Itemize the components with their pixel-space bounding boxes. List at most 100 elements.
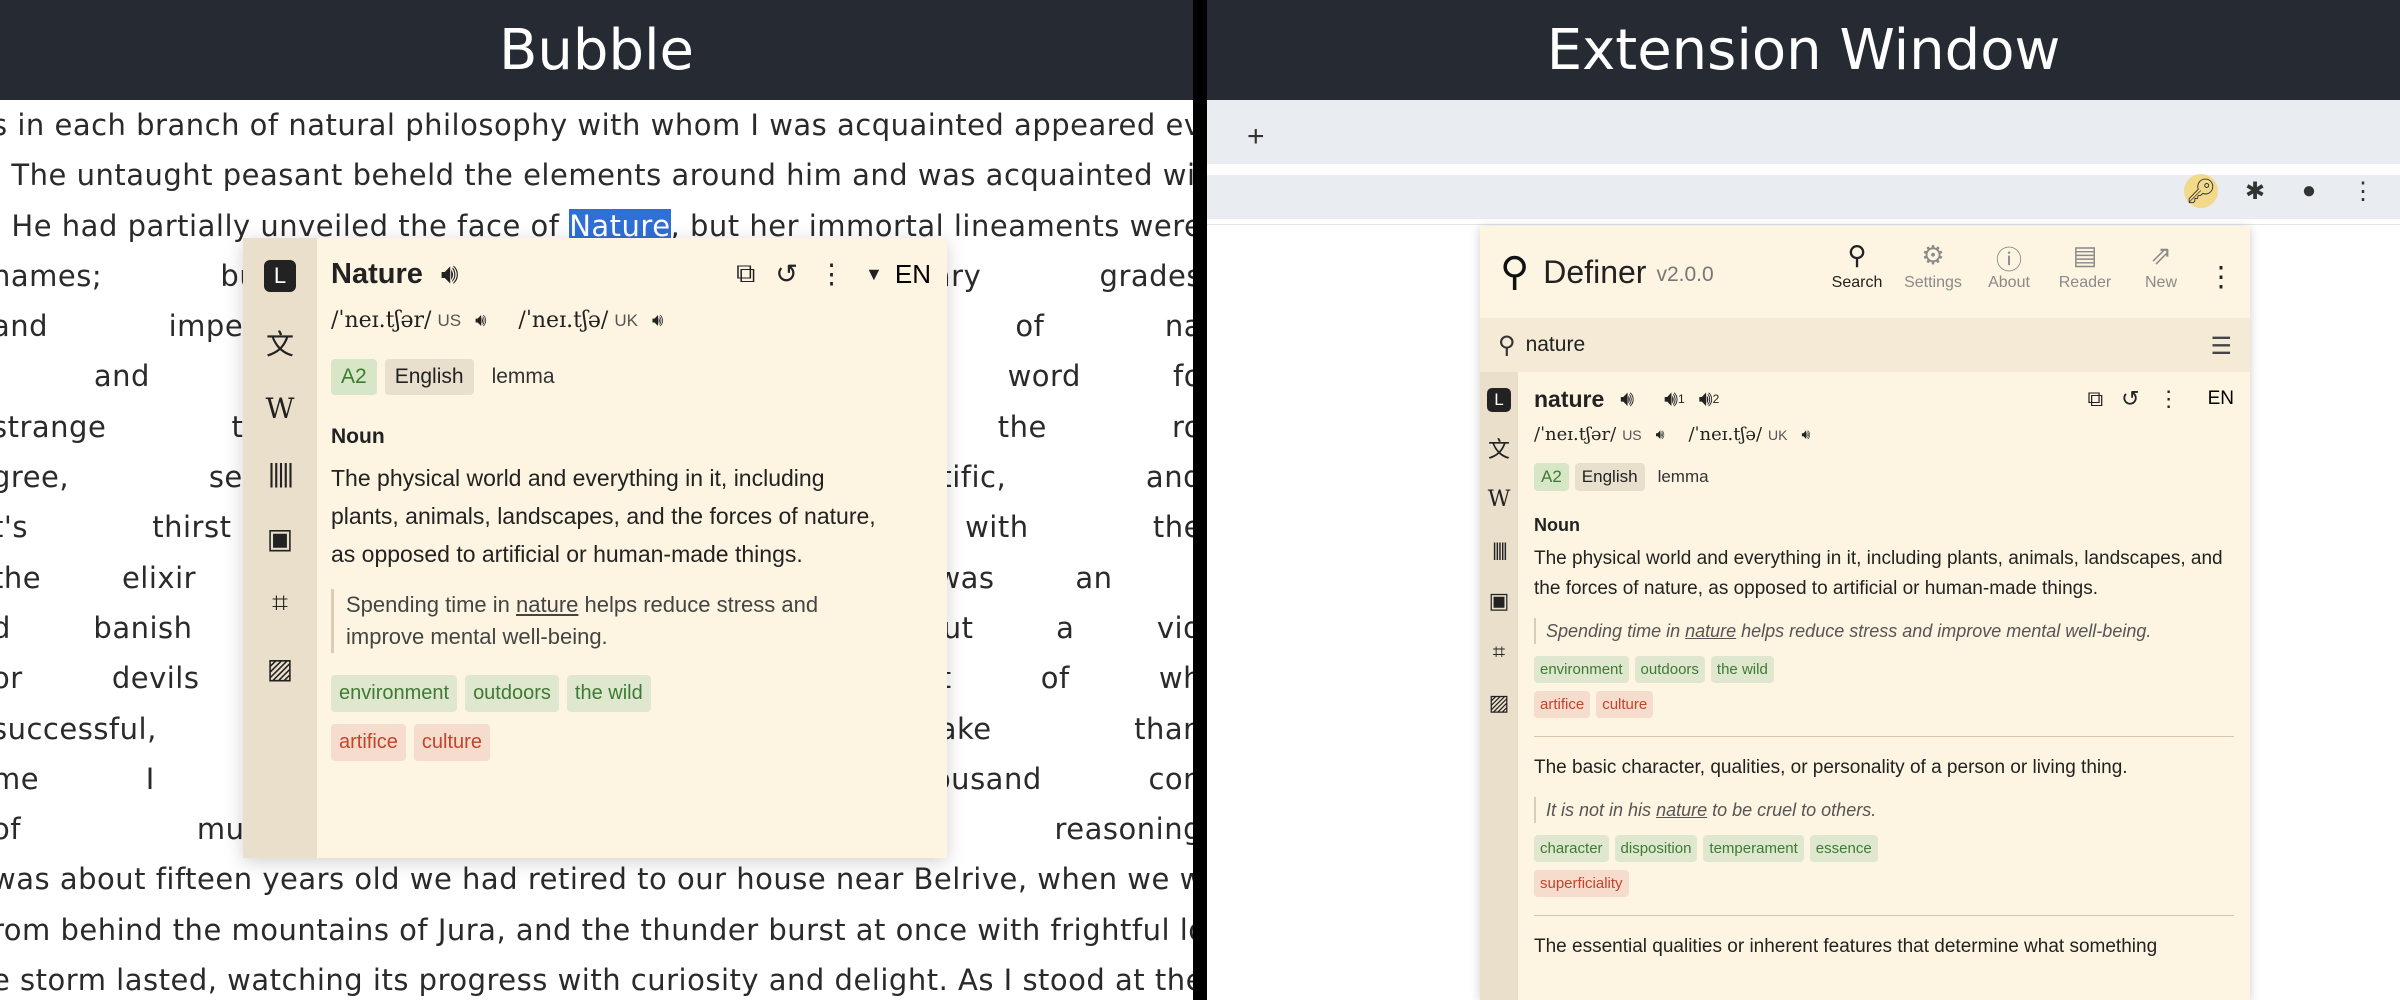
definer-extension-icon[interactable]: 🔑︎ xyxy=(2184,174,2218,208)
book-line: was about fifteen years old we had retir… xyxy=(0,862,1193,897)
synonym-chip[interactable]: environment xyxy=(1534,656,1629,683)
dictionary-icon[interactable]: L xyxy=(1487,388,1511,412)
speaker-2-icon[interactable]: 🔊︎ 2 xyxy=(1699,386,1720,412)
language-selector[interactable]: EN xyxy=(2208,388,2234,410)
nav-search[interactable]: ⚲ Search xyxy=(1826,240,1888,293)
antonym-chip[interactable]: culture xyxy=(413,724,490,761)
definer-popup: ⚲ Definer v2.0.0 ⚲ Search ⚙ Settings ⓘ Abou… xyxy=(1480,226,2250,1000)
region-uk: UK xyxy=(1768,426,1788,443)
browser-menu-icon[interactable]: ⋮ xyxy=(2346,174,2380,208)
ai-chip-icon[interactable]: ⌗ xyxy=(260,583,300,623)
synonym-chip[interactable]: temperament xyxy=(1703,835,1804,862)
book-line: rom behind the mountains of Jura, and th… xyxy=(0,912,1193,947)
synonym-chip[interactable]: outdoors xyxy=(1634,656,1705,683)
image-icon[interactable]: ▨ xyxy=(1484,688,1514,718)
part-of-speech: Noun xyxy=(1534,515,1580,535)
cefr-level-badge: A2 xyxy=(1534,463,1569,491)
example-sentence: It is not in his nature to be cruel to o… xyxy=(1534,797,2234,823)
synonym-chip[interactable]: environment xyxy=(331,675,458,712)
more-icon[interactable]: ⋮ xyxy=(818,259,845,290)
dictionary-icon[interactable]: L xyxy=(264,260,296,292)
more-icon[interactable]: ⋮ xyxy=(2158,386,2180,412)
browser-tab-bar: + xyxy=(1207,100,2400,164)
wikipedia-icon[interactable]: W xyxy=(1484,484,1514,514)
nav-new[interactable]: ⇗ New xyxy=(2130,240,2192,293)
translate-icon[interactable]: 文 xyxy=(1484,433,1514,463)
headword: Nature xyxy=(331,257,423,290)
nav-reader[interactable]: ▤ Reader xyxy=(2054,240,2116,293)
example-sentence: Spending time in nature helps reduce str… xyxy=(331,589,866,653)
part-of-speech: Noun xyxy=(331,425,385,448)
add-to-deck-icon[interactable]: ⧉ xyxy=(736,258,755,290)
nav-settings[interactable]: ⚙ Settings xyxy=(1902,240,1964,293)
profile-icon[interactable]: ● xyxy=(2292,174,2326,208)
bubble-content: Nature 🔊︎ ⧉ ↺ ⋮ ▼ EN /ˈneɪ.tʃər/ US 🔊︎ /… xyxy=(317,238,947,858)
antonym-chip[interactable]: artifice xyxy=(1534,691,1591,718)
speaker-uk-icon[interactable]: 🔊︎ xyxy=(652,310,663,331)
speaker-us-icon[interactable]: 🔊︎ xyxy=(1656,427,1665,443)
definer-logo-icon: ⚲ xyxy=(1500,250,1530,294)
region-us: US xyxy=(1622,426,1642,443)
search-bar: ⚲ ☰ xyxy=(1480,318,2250,372)
search-icon: ⚲ xyxy=(1498,331,1516,359)
synonym-chip[interactable]: essence xyxy=(1809,835,1878,862)
cefr-level-badge: A2 xyxy=(331,359,377,395)
nav-about[interactable]: ⓘ About xyxy=(1978,240,2040,293)
history-icon[interactable]: ↺ xyxy=(775,259,798,290)
form-label: lemma xyxy=(491,365,555,388)
chevron-down-icon[interactable]: ▼ xyxy=(865,264,883,285)
book-line: e storm lasted, watching its progress wi… xyxy=(0,963,1193,998)
antonyms-list: artifice culture xyxy=(1534,691,2234,718)
add-to-deck-icon[interactable]: ⧉ xyxy=(2087,386,2103,412)
synonym-chip[interactable]: the wild xyxy=(1710,656,1774,683)
translate-icon[interactable]: 文 xyxy=(260,323,300,363)
barcode-icon[interactable]: ||||| xyxy=(1484,535,1514,565)
synonyms-list: environment outdoors the wild xyxy=(1534,656,2234,683)
language-selector[interactable]: EN xyxy=(895,259,931,290)
barcode-icon[interactable]: ||||| xyxy=(260,453,300,493)
pronunciation-row: /ˈneɪ.tʃər/ US 🔊︎ /ˈneɪ.tʃə/ UK 🔊︎ xyxy=(331,308,931,333)
antonym-chip[interactable]: artifice xyxy=(331,724,406,761)
synonym-chip[interactable]: outdoors xyxy=(465,675,559,712)
speaker-uk-icon[interactable]: 🔊︎ xyxy=(1802,427,1811,443)
wikipedia-icon[interactable]: W xyxy=(260,388,300,428)
app-name: Definer xyxy=(1543,253,1647,290)
puzzle-icon[interactable]: ✱ xyxy=(2238,174,2272,208)
new-tab-button[interactable]: + xyxy=(1247,120,1265,154)
sense-divider xyxy=(1534,915,2234,916)
external-link-icon: ⇗ xyxy=(2150,240,2172,270)
synonym-chip[interactable]: disposition xyxy=(1614,835,1698,862)
region-us: US xyxy=(437,310,462,330)
synonym-chip[interactable]: the wild xyxy=(566,675,651,712)
region-uk: UK xyxy=(614,310,638,330)
synonyms-list: character disposition temperament essence xyxy=(1534,835,2234,862)
definition-text: The basic character, qualities, or perso… xyxy=(1534,757,2128,778)
speaker-1-icon[interactable]: 🔊︎ 1 xyxy=(1664,386,1685,412)
wiktionary-icon[interactable]: ▣ xyxy=(1484,586,1514,616)
ai-chip-icon[interactable]: ⌗ xyxy=(1484,637,1514,667)
image-icon[interactable]: ▨ xyxy=(260,648,300,688)
example-word: nature xyxy=(1685,621,1737,641)
pdf-icon: ▤ xyxy=(2072,240,2098,270)
word-tags: A2 English lemma xyxy=(331,359,931,395)
filter-icon[interactable]: ☰ xyxy=(2210,332,2232,361)
book-line: . The untaught peasant beheld the elemen… xyxy=(0,158,1193,193)
popup-more-icon[interactable]: ⋮ xyxy=(2206,240,2236,293)
antonym-chip[interactable]: culture xyxy=(1596,691,1654,718)
wiktionary-icon[interactable]: ▣ xyxy=(260,518,300,558)
info-icon: ⓘ xyxy=(1995,245,2022,275)
synonym-chip[interactable]: character xyxy=(1534,835,1609,862)
speaker-icon[interactable]: 🔊︎ xyxy=(441,258,459,291)
pronunciation-row: /ˈneɪ.tʃər/ US 🔊︎ /ˈneɪ.tʃə/ UK 🔊︎ xyxy=(1534,424,2234,445)
ipa-us: /ˈneɪ.tʃər/ xyxy=(331,308,432,333)
antonym-chip[interactable]: superficiality xyxy=(1534,870,1629,897)
speaker-us-icon[interactable]: 🔊︎ xyxy=(475,310,486,331)
search-input[interactable] xyxy=(1523,332,2128,358)
popup-header: ⚲ Definer v2.0.0 ⚲ Search ⚙ Settings ⓘ Abou… xyxy=(1480,226,2250,318)
word-tags: A2 English lemma xyxy=(1534,463,2234,491)
example-word: nature xyxy=(1656,800,1708,820)
speaker-icon[interactable]: 🔊︎ xyxy=(1620,386,1634,412)
book-line: s in each branch of natural philosophy w… xyxy=(0,108,1193,142)
ipa-uk: /ˈneɪ.tʃə/ xyxy=(1688,424,1763,445)
history-icon[interactable]: ↺ xyxy=(2121,386,2139,412)
